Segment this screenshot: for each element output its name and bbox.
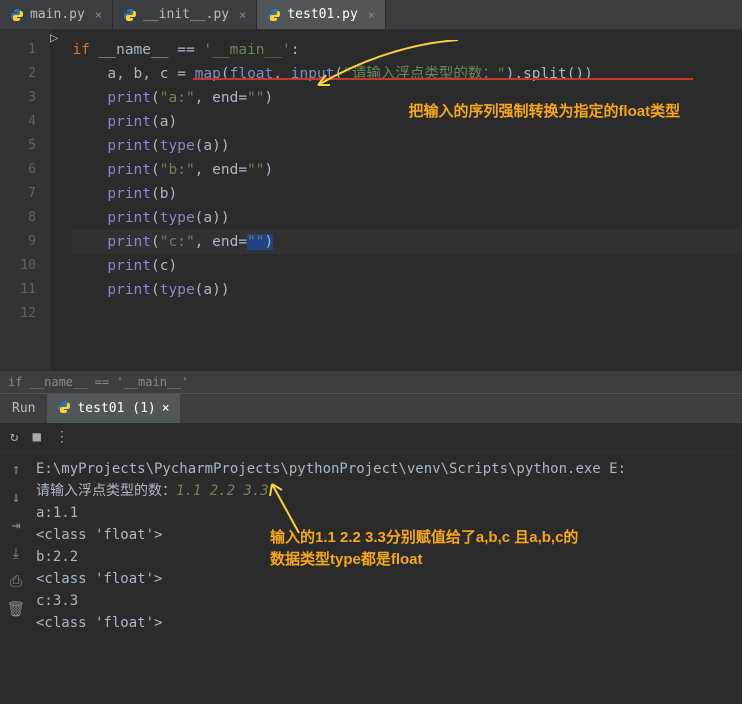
rerun-icon[interactable]: ↻ [10,429,18,445]
run-body: ↑ ↓ ⇥ ⤓ ⎙ 🗑 E:\myProjects\PycharmProject… [0,452,742,640]
run-tabs: Run test01 (1) × [0,393,742,423]
code-line: print("c:", end="") [72,230,742,254]
close-icon[interactable]: × [162,401,170,416]
stop-icon[interactable]: ■ [32,429,40,445]
scroll-icon[interactable]: ⤓ [13,544,20,562]
code-line: print(type(a)) [72,206,742,230]
breadcrumb[interactable]: if __name__ == '__main__' [0,370,742,393]
run-label: Run [0,401,47,416]
code-line: print(type(a)) [72,278,742,302]
code-area[interactable]: if __name__ == '__main__': a, b, c = map… [58,30,742,370]
tab-main[interactable]: main.py × [0,0,113,29]
code-line: a, b, c = map(float, input("请输入浮点类型的数：")… [72,62,742,86]
tab-label: test01.py [287,7,357,22]
run-gutter-icon[interactable]: ▷ [50,30,58,370]
annotation-underline [193,78,693,80]
up-icon[interactable]: ↑ [11,460,20,478]
code-line: print("b:", end="") [72,158,742,182]
editor-tabs: main.py × __init__.py × test01.py × [0,0,742,30]
output-line: a:1.1 [36,502,738,524]
wrap-icon[interactable]: ⇥ [11,516,20,534]
tab-test01[interactable]: test01.py × [257,0,386,29]
python-icon [57,400,71,418]
run-sidebar: ↑ ↓ ⇥ ⤓ ⎙ 🗑 [0,452,32,640]
code-line: print(c) [72,254,742,278]
python-icon [123,8,137,22]
code-line: print(type(a)) [72,134,742,158]
run-tab[interactable]: test01 (1) × [47,394,179,423]
tab-label: main.py [30,7,85,22]
python-icon [10,8,24,22]
output-line: <class 'float'> [36,568,738,590]
output-line: <class 'float'> [36,612,738,634]
output-line: E:\myProjects\PycharmProjects\pythonProj… [36,458,738,480]
editor: 1 2 3 4 5 6 7 8 9 10 11 12 ▷ if __name__… [0,30,742,370]
run-panel: Run test01 (1) × ↻ ■ ⋮ ↑ ↓ ⇥ ⤓ ⎙ 🗑 E:\my… [0,393,742,640]
run-output[interactable]: E:\myProjects\PycharmProjects\pythonProj… [32,452,742,640]
output-line: c:3.3 [36,590,738,612]
close-icon[interactable]: × [95,8,102,22]
run-toolbar: ↻ ■ ⋮ [0,423,742,452]
close-icon[interactable]: × [239,8,246,22]
tab-init[interactable]: __init__.py × [113,0,257,29]
down-icon[interactable]: ↓ [11,488,20,506]
close-icon[interactable]: × [368,8,375,22]
gutter: 1 2 3 4 5 6 7 8 9 10 11 12 [0,30,50,370]
annotation-text: 输入的1.1 2.2 3.3分别赋值给了a,b,c 且a,b,c的 数据类型ty… [270,527,578,571]
trash-icon[interactable]: 🗑 [6,600,25,618]
code-line: print(b) [72,182,742,206]
print-icon[interactable]: ⎙ [10,572,22,590]
output-line: 请输入浮点类型的数：1.1 2.2 3.3 [36,480,738,502]
more-icon[interactable]: ⋮ [55,429,69,445]
code-line: if __name__ == '__main__': [72,38,742,62]
annotation-text: 把输入的序列强制转换为指定的float类型 [408,100,680,121]
python-icon [267,8,281,22]
tab-label: __init__.py [143,7,229,22]
